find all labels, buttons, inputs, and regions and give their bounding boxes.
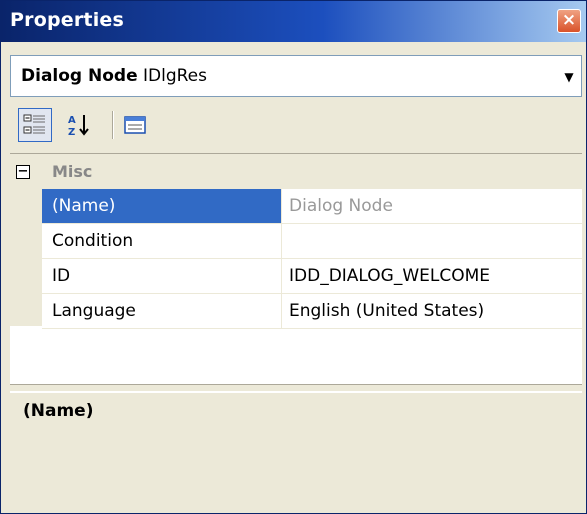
category-background [42, 154, 582, 189]
category-label: Misc [52, 162, 93, 181]
category-row[interactable]: − Misc [10, 154, 582, 189]
collapse-icon[interactable]: − [16, 165, 30, 179]
alphabetical-button[interactable]: A Z [62, 108, 96, 142]
property-pages-button[interactable] [118, 108, 152, 142]
object-name-label: IDlgRes [143, 66, 207, 86]
title-bar[interactable]: Properties × [1, 1, 586, 42]
property-value[interactable]: IDD_DIALOG_WELCOME [283, 259, 582, 293]
object-selector[interactable]: Dialog Node IDlgRes ▼ [10, 55, 582, 97]
property-row-name[interactable]: (Name) Dialog Node [42, 189, 582, 224]
property-name: (Name) [42, 189, 282, 223]
property-value[interactable]: English (United States) [283, 294, 582, 328]
alphabetical-sort-icon: A Z [68, 115, 89, 138]
svg-text:Z: Z [68, 127, 75, 138]
help-title: (Name) [23, 401, 94, 421]
toolbar-separator [112, 111, 114, 139]
properties-toolbar: A Z [10, 103, 582, 151]
property-grid: − Misc (Name) Dialog Node Condition ID I… [10, 153, 582, 385]
object-selector-text: Dialog Node IDlgRes [21, 66, 207, 86]
property-name: Language [42, 294, 282, 328]
property-name: Condition [42, 224, 282, 258]
property-row-condition[interactable]: Condition [42, 224, 582, 259]
properties-window: Properties × Dialog Node IDlgRes ▼ A Z −… [0, 0, 587, 514]
window-title: Properties [10, 9, 124, 31]
property-value: Dialog Node [289, 196, 393, 216]
property-row-id[interactable]: ID IDD_DIALOG_WELCOME [42, 259, 582, 294]
chevron-down-icon[interactable]: ▼ [561, 69, 577, 85]
help-pane: (Name) [10, 391, 582, 511]
object-type-label: Dialog Node [21, 66, 138, 86]
property-row-language[interactable]: Language English (United States) [42, 294, 582, 329]
property-name: ID [42, 259, 282, 293]
categorized-icon [23, 114, 45, 134]
property-value[interactable] [283, 224, 582, 258]
categorized-button[interactable] [18, 108, 52, 142]
svg-text:A: A [68, 115, 76, 126]
property-pages-icon [124, 116, 146, 134]
close-button[interactable]: × [557, 9, 581, 33]
